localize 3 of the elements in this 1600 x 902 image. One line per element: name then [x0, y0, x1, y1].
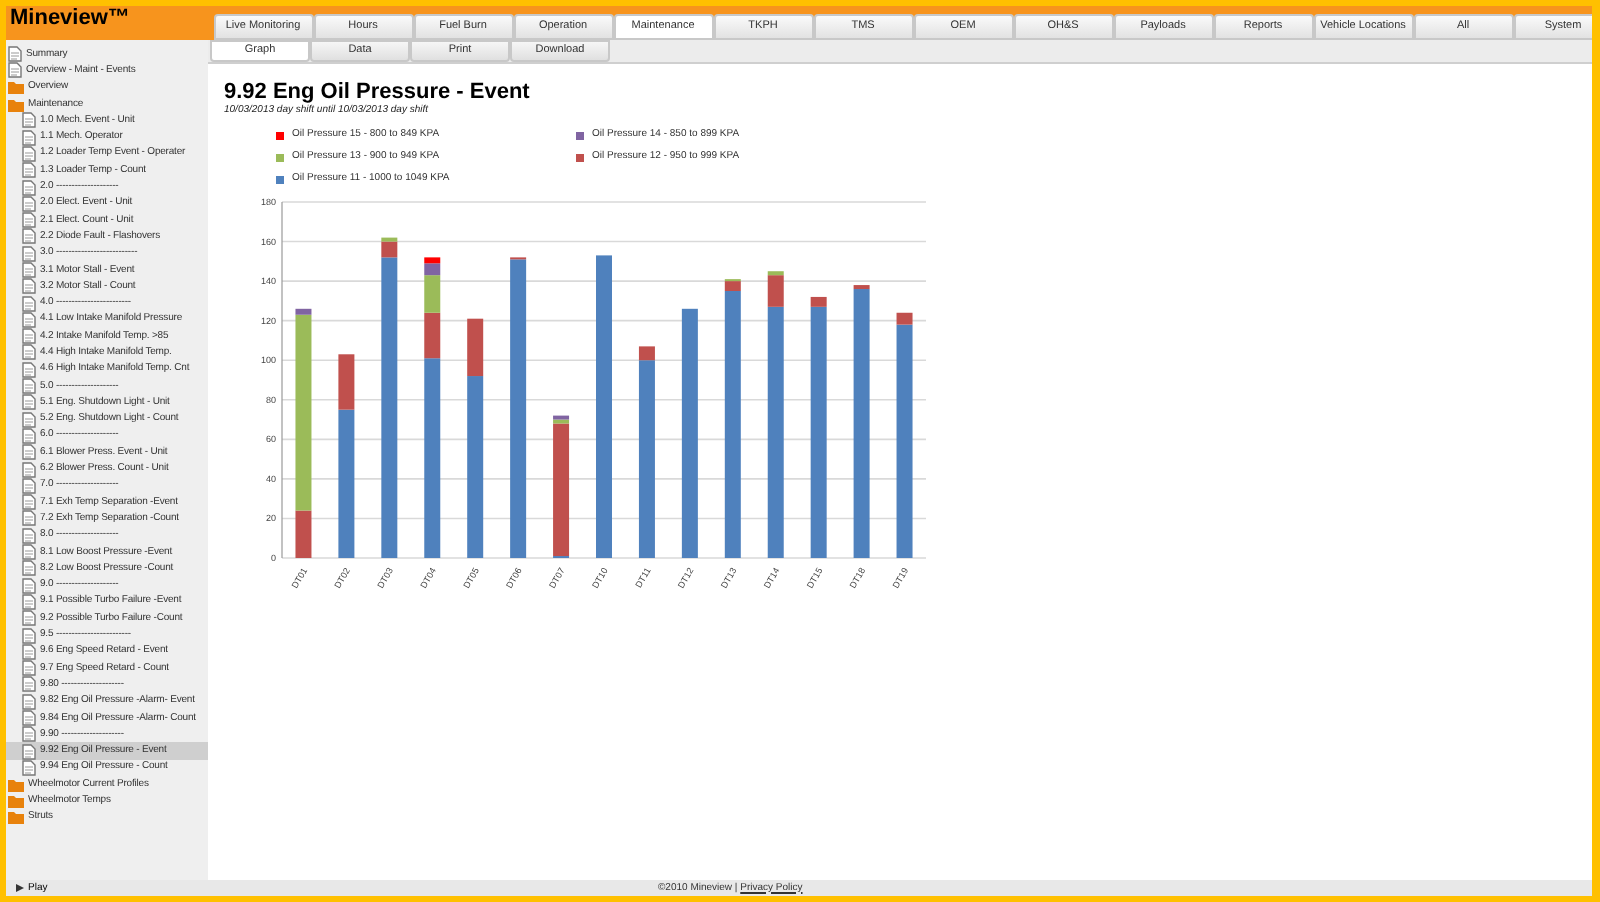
report-title: 9.92 Eng Oil Pressure - Event: [224, 82, 532, 104]
app-title: Mineview™: [8, 6, 132, 34]
play-icon: [16, 884, 24, 892]
